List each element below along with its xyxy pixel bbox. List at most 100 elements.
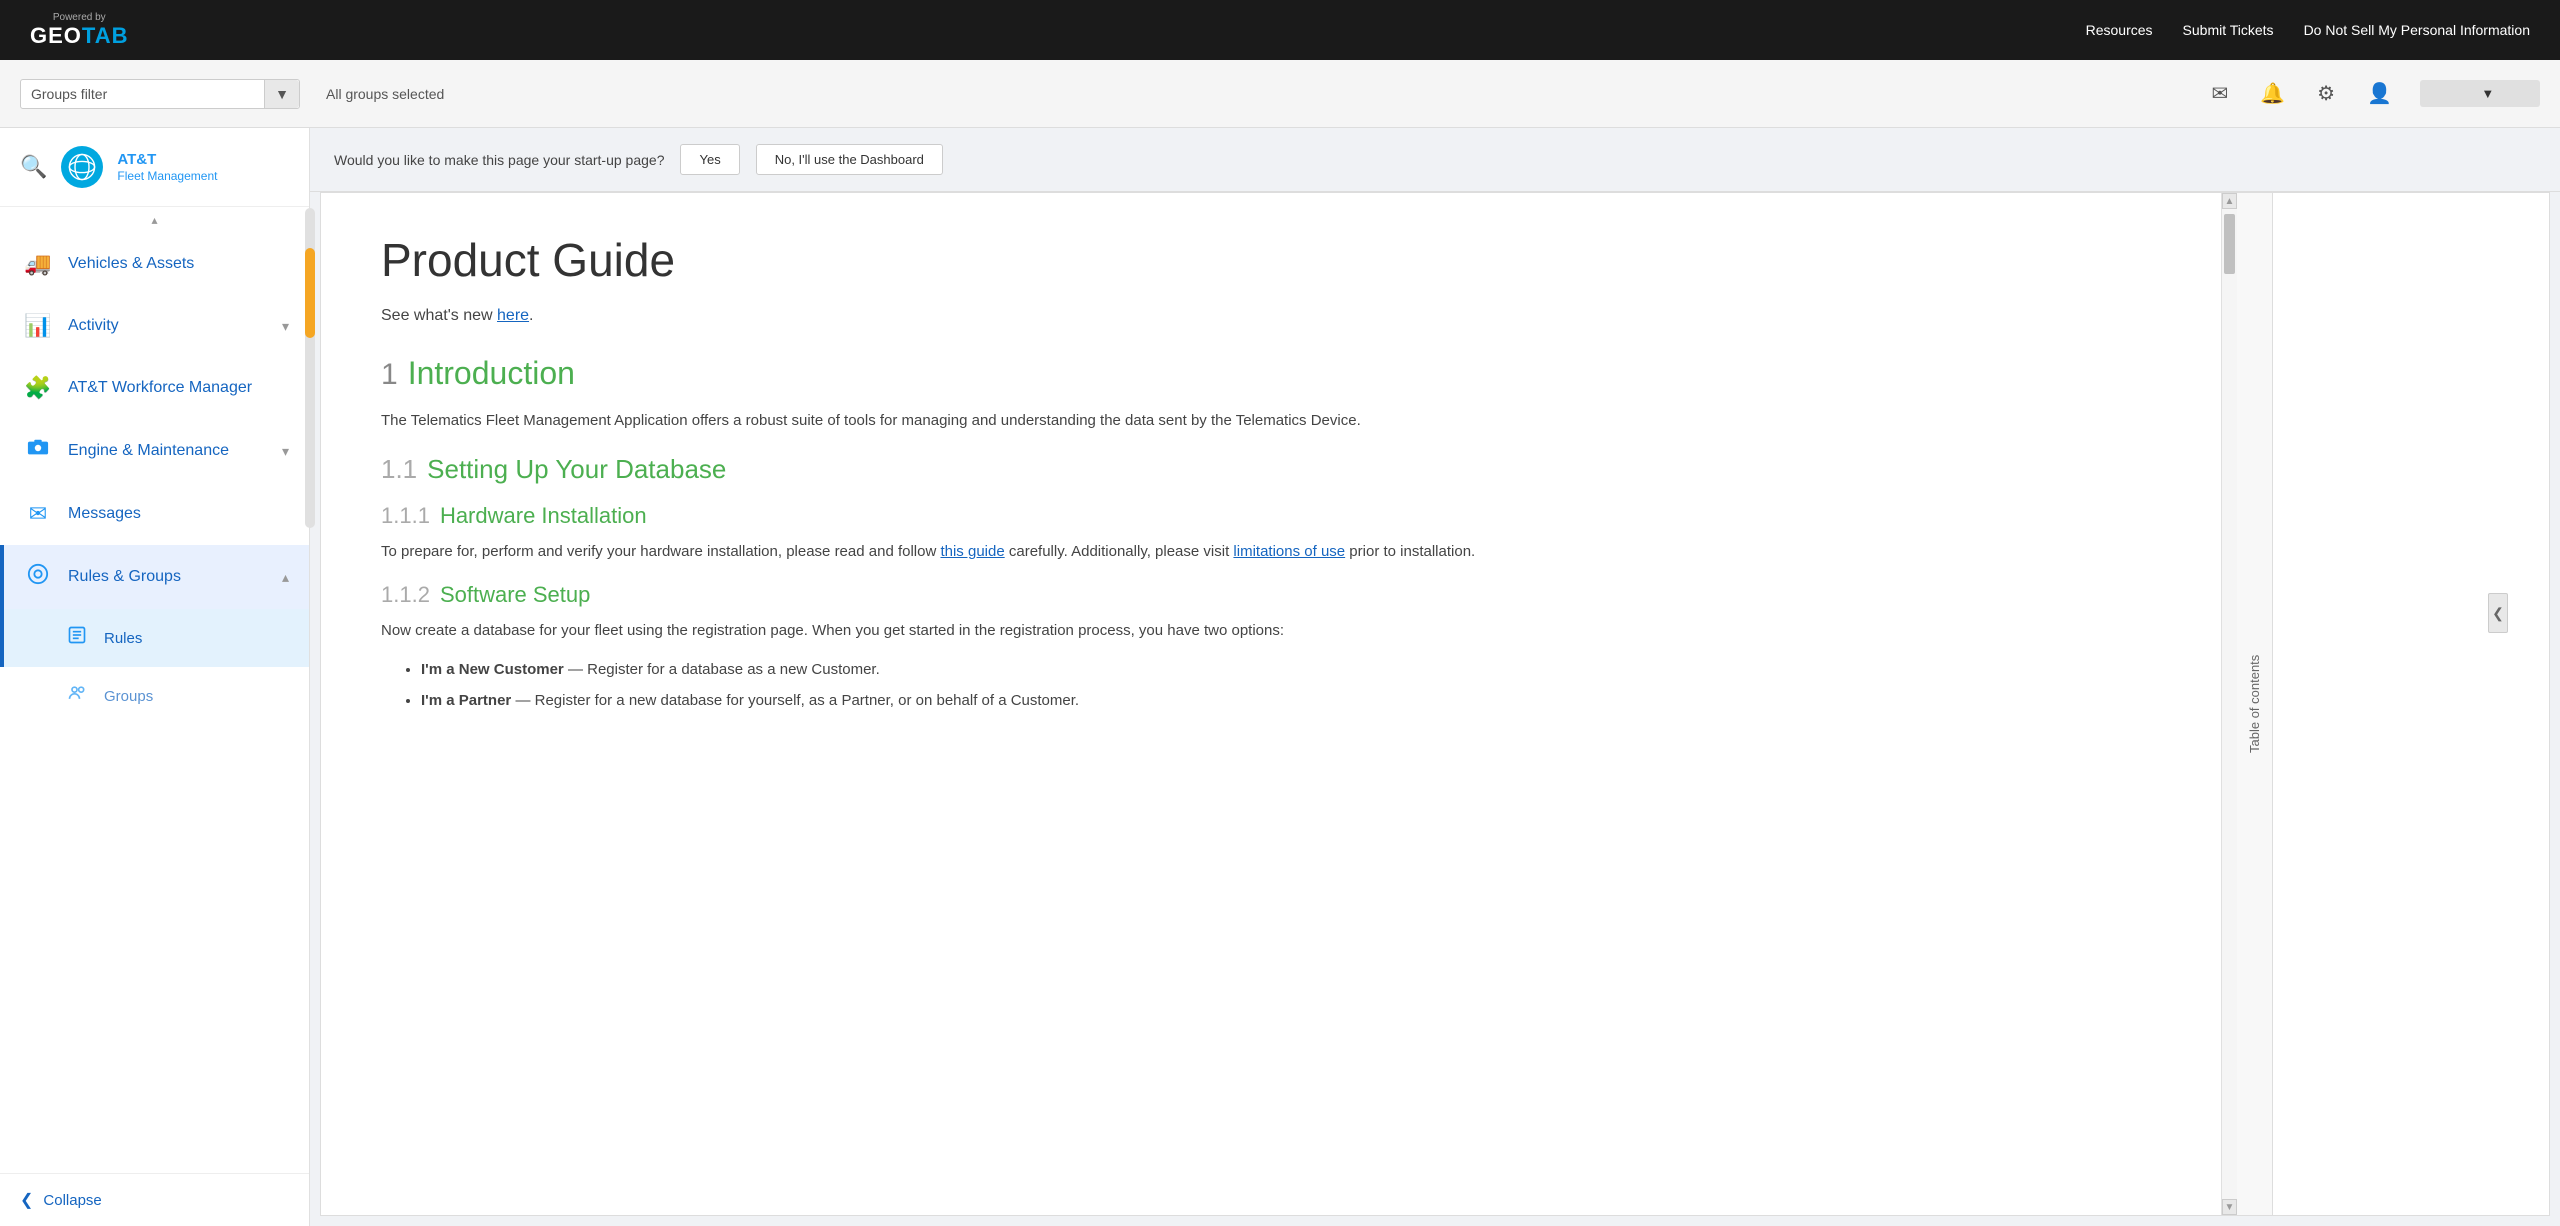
groups-filter-arrow[interactable]: ▼ [264, 80, 299, 108]
user-dropdown-button[interactable]: ▼ [2420, 80, 2540, 107]
guide-scrollbar[interactable]: ▲ ▼ [2221, 193, 2237, 1215]
limitations-link[interactable]: limitations of use [1233, 543, 1345, 560]
engine-expand-arrow: ▾ [282, 443, 289, 460]
brand-tab: TAB [82, 23, 129, 49]
resources-link[interactable]: Resources [2086, 22, 2153, 38]
section-1-num: 1 [381, 358, 398, 392]
truck-icon: 🚚 [24, 251, 52, 277]
subsection-1-1-heading: 1.1 Setting Up Your Database [381, 454, 2161, 485]
scrollbar-thumb[interactable] [305, 248, 315, 338]
groups-filter-label: Groups filter [31, 86, 107, 102]
intro-text: See what's new [381, 307, 497, 324]
sub-sub-1-1-2-title: Software Setup [440, 582, 590, 608]
scrollbar-down-button[interactable]: ▼ [2222, 1199, 2237, 1215]
gear-icon-button[interactable]: ⚙ [2313, 77, 2339, 110]
user-dropdown-arrow: ▼ [2481, 86, 2494, 101]
toc-label: Table of contents [2247, 655, 2262, 753]
collapse-sidebar-button[interactable]: ❮ Collapse [0, 1173, 309, 1226]
all-groups-text: All groups selected [326, 86, 444, 102]
scrollbar-thumb[interactable] [2224, 214, 2235, 274]
sub-sub-1-1-2-body: Now create a database for your fleet usi… [381, 618, 2161, 644]
sidebar-search-button[interactable]: 🔍 [20, 154, 47, 180]
collapse-label: Collapse [43, 1192, 101, 1209]
software-setup-bullets: I'm a New Customer — Register for a data… [421, 656, 2161, 714]
vehicles-label: Vehicles & Assets [68, 255, 289, 273]
powered-by-text: Powered by [53, 12, 106, 23]
bullet-new-customer-bold: I'm a New Customer [421, 661, 564, 678]
bell-icon-button[interactable]: 🔔 [2256, 77, 2289, 110]
user-name [2432, 86, 2475, 101]
sidebar-item-activity[interactable]: 📊 Activity ▾ [0, 295, 309, 357]
hardware-body-mid: carefully. Additionally, please visit [1005, 543, 1234, 560]
sub-sub-1-1-2-num: 1.1.2 [381, 582, 430, 608]
groups-icon-svg [67, 683, 87, 703]
groups-filter-select[interactable]: Groups filter ▼ [20, 79, 300, 109]
workforce-label: AT&T Workforce Manager [68, 379, 289, 397]
bullet-partner-bold: I'm a Partner [421, 692, 511, 709]
sidebar-item-rules-groups[interactable]: Rules & Groups ▴ [0, 545, 309, 609]
att-name: AT&T [117, 151, 217, 169]
sidebar-item-engine[interactable]: Engine & Maintenance ▾ [0, 419, 309, 483]
hardware-body-suffix: prior to installation. [1345, 543, 1475, 560]
sidebar: 🔍 AT&T Fleet Management ▴ 🚚 Vehicles & A… [0, 128, 310, 1226]
top-nav-links: Resources Submit Tickets Do Not Sell My … [2086, 22, 2530, 38]
this-guide-link[interactable]: this guide [940, 543, 1004, 560]
scrollbar-up-button[interactable]: ▲ [2222, 193, 2237, 209]
guide-intro: See what's new here. [381, 307, 2161, 325]
rules-groups-icon [24, 563, 52, 591]
section-1-title: Introduction [408, 355, 575, 392]
sidebar-subitem-rules[interactable]: Rules [0, 609, 309, 667]
sub-1-1-num: 1.1 [381, 454, 417, 485]
sidebar-item-vehicles[interactable]: 🚚 Vehicles & Assets [0, 233, 309, 295]
user-icon-button[interactable]: 👤 [2363, 77, 2396, 110]
guide-wrapper: Product Guide See what's new here. 1 Int… [320, 192, 2550, 1216]
rules-icon-svg [67, 625, 87, 645]
sub-sub-1-1-1-body: To prepare for, perform and verify your … [381, 539, 2161, 565]
filter-bar: Groups filter ▼ All groups selected ✉ 🔔 … [0, 60, 2560, 128]
guide-title: Product Guide [381, 233, 2161, 287]
rules-groups-expand-arrow: ▴ [282, 569, 289, 586]
bullet-new-customer-rest: — Register for a database as a new Custo… [564, 661, 880, 678]
activity-label: Activity [68, 317, 266, 335]
yes-button[interactable]: Yes [680, 144, 739, 175]
sidebar-item-messages[interactable]: ✉ Messages [0, 483, 309, 545]
bullet-new-customer: I'm a New Customer — Register for a data… [421, 656, 2161, 683]
intro-link[interactable]: here [497, 307, 529, 324]
guide-content: Product Guide See what's new here. 1 Int… [321, 193, 2221, 1215]
scroll-up-button[interactable]: ▴ [0, 207, 309, 233]
workforce-icon: 🧩 [24, 375, 52, 401]
sidebar-item-workforce[interactable]: 🧩 AT&T Workforce Manager [0, 357, 309, 419]
att-logo [61, 146, 103, 188]
collapse-right-panel-button[interactable]: ❮ [2488, 593, 2508, 633]
activity-expand-arrow: ▾ [282, 318, 289, 335]
rules-label: Rules [104, 630, 142, 647]
sub-sub-1-1-1-heading: 1.1.1 Hardware Installation [381, 503, 2161, 529]
messages-label: Messages [68, 505, 289, 523]
activity-icon: 📊 [24, 313, 52, 339]
logo-area: Powered by GEOTAB [30, 12, 129, 49]
section-1-heading: 1 Introduction [381, 355, 2161, 392]
startup-banner: Would you like to make this page your st… [310, 128, 2560, 192]
groups-label: Groups [104, 688, 153, 705]
scrollbar-track [2222, 209, 2237, 1199]
mail-icon-button[interactable]: ✉ [2207, 77, 2232, 110]
table-of-contents-sidebar[interactable]: Table of contents [2237, 193, 2273, 1215]
att-brand-text: AT&T Fleet Management [117, 151, 217, 183]
do-not-sell-link[interactable]: Do Not Sell My Personal Information [2304, 22, 2530, 38]
intro-period: . [529, 307, 533, 324]
rules-icon [64, 625, 90, 651]
rules-groups-icon-svg [27, 563, 49, 585]
filter-bar-icons: ✉ 🔔 ⚙ 👤 ▼ [2207, 77, 2540, 110]
no-dashboard-button[interactable]: No, I'll use the Dashboard [756, 144, 943, 175]
sub-sub-1-1-1-title: Hardware Installation [440, 503, 647, 529]
collapse-arrow-icon: ❮ [20, 1190, 33, 1210]
sidebar-header: 🔍 AT&T Fleet Management [0, 128, 309, 207]
sub-sub-1-1-1-num: 1.1.1 [381, 503, 430, 529]
att-sub: Fleet Management [117, 169, 217, 183]
submit-tickets-link[interactable]: Submit Tickets [2183, 22, 2274, 38]
brand-geo: GEO [30, 23, 82, 49]
sidebar-subitem-groups[interactable]: Groups [0, 667, 309, 725]
main-layout: 🔍 AT&T Fleet Management ▴ 🚚 Vehicles & A… [0, 128, 2560, 1226]
att-logo-svg [68, 153, 96, 181]
content-area: Would you like to make this page your st… [310, 128, 2560, 1226]
